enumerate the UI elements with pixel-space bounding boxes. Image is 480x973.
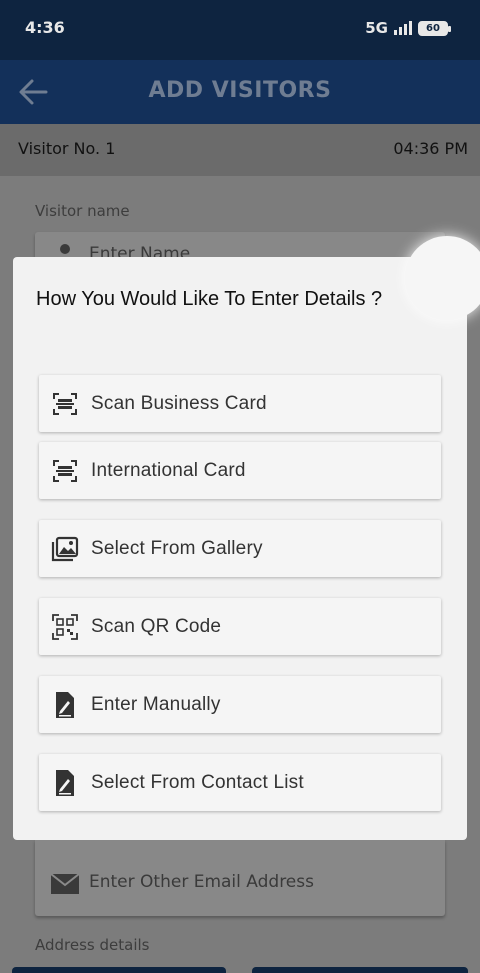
visitor-info-bar: Visitor No. 1 04:36 PM [0,124,480,176]
bottom-right-button[interactable] [252,967,468,973]
edit-note-icon [51,691,79,719]
enter-manually-option[interactable]: Enter Manually [39,676,441,733]
mail-icon [51,874,79,894]
battery-level: 60 [426,22,440,34]
option-label: Select From Gallery [91,537,263,559]
battery-icon: 60 [418,20,451,36]
edit-note-icon [51,769,79,797]
scan-card-icon [51,390,79,418]
app-bar: ADD VISITORS [0,60,480,124]
touch-ripple [405,236,480,320]
option-label: Scan QR Code [91,615,222,637]
visitor-time: 04:36 PM [393,139,468,158]
option-label: Scan Business Card [91,392,267,414]
page-title: ADD VISITORS [148,78,332,103]
option-label: International Card [91,459,246,481]
scan-business-card-option[interactable]: Scan Business Card [39,375,441,432]
select-from-contact-list-option[interactable]: Select From Contact List [39,754,441,811]
address-details-label: Address details [35,936,150,954]
qr-code-icon [51,613,79,641]
other-email-placeholder: Enter Other Email Address [89,872,314,892]
select-from-gallery-option[interactable]: Select From Gallery [39,520,441,577]
option-label: Enter Manually [91,693,221,715]
gallery-icon [51,535,79,563]
signal-icon [394,21,412,35]
status-time: 4:36 [25,18,65,37]
network-type: 5G [365,19,388,37]
option-label: Select From Contact List [91,771,304,793]
entry-method-dialog: How You Would Like To Enter Details ? Sc… [13,257,467,840]
other-email-field[interactable]: Enter Other Email Address [35,840,445,916]
visitor-name-label: Visitor name [35,202,130,220]
international-card-option[interactable]: International Card [39,442,441,499]
visitor-number: Visitor No. 1 [18,139,116,158]
scan-card-icon [51,457,79,485]
dialog-title: How You Would Like To Enter Details ? [36,288,383,310]
bottom-left-button[interactable] [12,967,226,973]
scan-qr-code-option[interactable]: Scan QR Code [39,598,441,655]
status-indicators: 5G 60 [365,19,451,37]
status-bar: 4:36 5G 60 [0,0,480,60]
